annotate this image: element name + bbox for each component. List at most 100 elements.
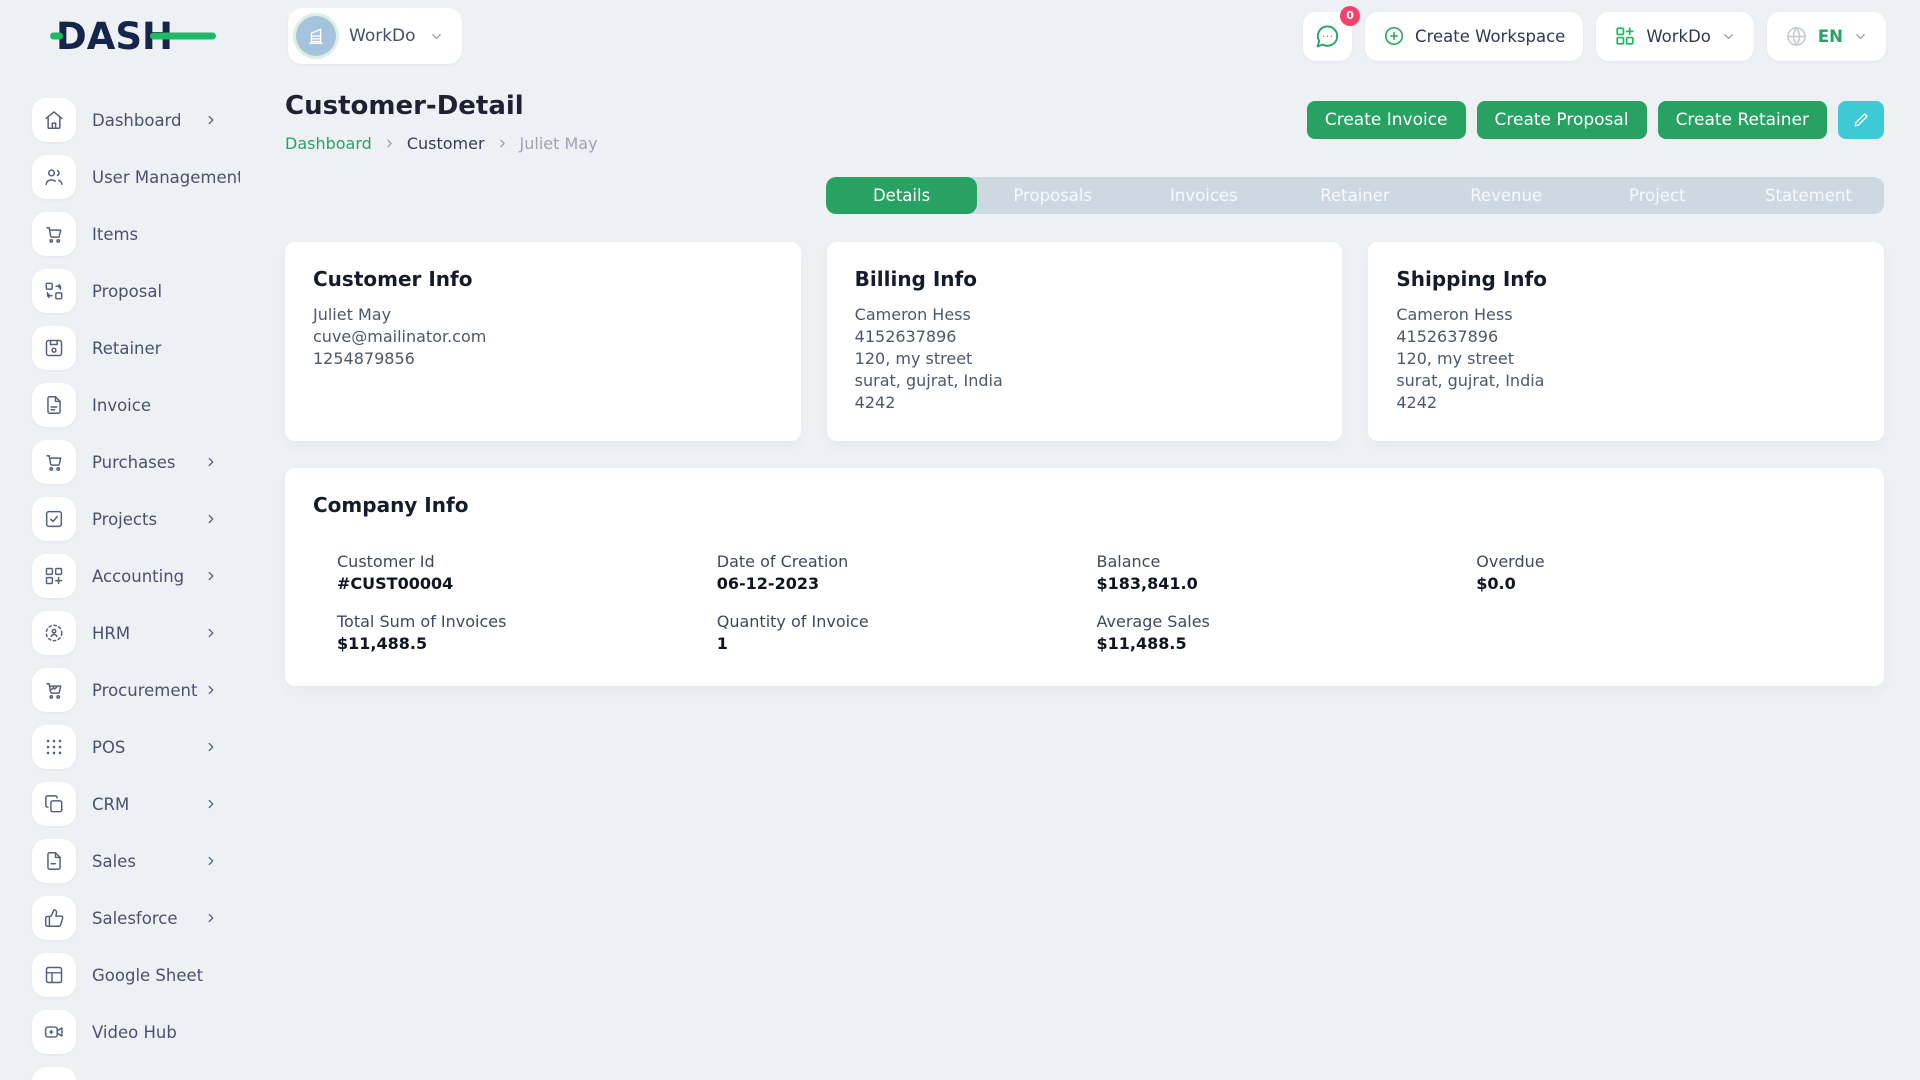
field-label: Customer Id (337, 552, 717, 571)
sidebar-item-accounting[interactable]: Accounting (32, 554, 232, 598)
copy-icon (32, 782, 76, 826)
save-icon (32, 326, 76, 370)
grid-plus-icon (32, 554, 76, 598)
dash-logo[interactable]: DASH (56, 14, 206, 58)
create-retainer-button[interactable]: Create Retainer (1658, 101, 1827, 139)
chevron-down-icon (1853, 29, 1868, 44)
sidebar-item-pos[interactable]: POS (32, 725, 232, 769)
sidebar-item-invoice[interactable]: Invoice (32, 383, 232, 427)
scan-user-icon (32, 611, 76, 655)
logo-dash-accent (50, 33, 63, 40)
shipping-region: surat, gujrat, India (1396, 370, 1856, 391)
sidebar-item-label: Invoice (92, 396, 232, 415)
field-value: $0.0 (1476, 574, 1856, 593)
table-icon (32, 953, 76, 997)
field-value: 1 (717, 634, 1097, 653)
sidebar-item-label: Procurement (92, 681, 204, 700)
sidebar-item-label: Dashboard (92, 111, 204, 130)
grid-plus-icon (1614, 25, 1636, 47)
sidebar-item-label: Sales (92, 852, 204, 871)
field-value: $11,488.5 (337, 634, 717, 653)
building-icon (305, 25, 327, 47)
pencil-icon (1852, 111, 1870, 129)
sidebar-item-hrm[interactable]: HRM (32, 611, 232, 655)
topbar-right: 0 Create Workspace WorkDo (1303, 12, 1886, 61)
sidebar-item-label: HRM (92, 624, 204, 643)
plus-circle-icon (1383, 25, 1405, 47)
tab-proposals[interactable]: Proposals (977, 177, 1128, 214)
chevron-right-icon (204, 911, 218, 925)
sidebar-item-label: Salesforce (92, 909, 204, 928)
breadcrumb-dashboard-link[interactable]: Dashboard (285, 134, 372, 153)
create-workspace-button[interactable]: Create Workspace (1365, 12, 1583, 61)
sidebar-item-crm[interactable]: CRM (32, 782, 232, 826)
sidebar-item-items[interactable]: Items (32, 212, 232, 256)
chevron-down-icon (1721, 29, 1736, 44)
field-label: Average Sales (1097, 612, 1477, 631)
chevron-right-icon (204, 512, 218, 526)
card-title: Company Info (313, 493, 1856, 517)
company-info-card: Company Info Customer Id #CUST00004 Date… (285, 468, 1884, 686)
topbar: DASH WorkDo 0 (0, 0, 1920, 72)
billing-info-card: Billing Info Cameron Hess 4152637896 120… (827, 242, 1343, 441)
sidebar-item-proposal[interactable]: Proposal (32, 269, 232, 313)
sidebar-item-label: User Management (92, 168, 240, 187)
file-text-icon (32, 839, 76, 883)
chevron-down-icon (429, 29, 444, 44)
sidebar-item-label: Accounting (92, 567, 204, 586)
sidebar-item-purchases[interactable]: Purchases (32, 440, 232, 484)
chevron-right-icon (204, 683, 218, 697)
sidebar-item-sales[interactable]: Sales (32, 839, 232, 883)
sidebar-item-user-management[interactable]: User Management (32, 155, 232, 199)
breadcrumb-current: Juliet May (520, 134, 598, 153)
main-content: Customer-Detail Dashboard Customer Julie… (240, 72, 1920, 1080)
sidebar-item-retainer[interactable]: Retainer (32, 326, 232, 370)
company-info-grid: Customer Id #CUST00004 Date of Creation … (313, 552, 1856, 653)
breadcrumb-customer-link[interactable]: Customer (407, 134, 485, 153)
grid-dots-icon (32, 725, 76, 769)
page-head: Customer-Detail Dashboard Customer Julie… (285, 92, 1884, 153)
edit-customer-button[interactable] (1838, 101, 1884, 139)
workspace-switcher[interactable]: WorkDo (288, 8, 462, 64)
shipping-address: 120, my street (1396, 348, 1856, 369)
billing-name: Cameron Hess (855, 304, 1315, 325)
create-proposal-button[interactable]: Create Proposal (1477, 101, 1647, 139)
tab-revenue[interactable]: Revenue (1431, 177, 1582, 214)
page-title: Customer-Detail (285, 92, 598, 122)
tab-statement[interactable]: Statement (1733, 177, 1884, 214)
workdo-menu-button[interactable]: WorkDo (1596, 12, 1754, 61)
sidebar-item-projects[interactable]: Projects (32, 497, 232, 541)
field-label: Quantity of Invoice (717, 612, 1097, 631)
card-title: Billing Info (855, 267, 1315, 291)
tab-retainer[interactable]: Retainer (1279, 177, 1430, 214)
globe-icon (1785, 25, 1808, 48)
tab-details[interactable]: Details (826, 177, 977, 214)
sidebar-item-google-sheet[interactable]: Google Sheet (32, 953, 232, 997)
workdo-menu-label: WorkDo (1646, 27, 1711, 46)
language-selector[interactable]: EN (1767, 12, 1886, 61)
create-invoice-button[interactable]: Create Invoice (1307, 101, 1466, 139)
swap-boxes-icon (32, 269, 76, 313)
tab-invoices[interactable]: Invoices (1128, 177, 1279, 214)
sidebar-item-video-hub[interactable]: Video Hub (32, 1010, 232, 1054)
sidebar-item-activity-log[interactable]: Activity Log (32, 1067, 232, 1080)
page-actions: Create Invoice Create Proposal Create Re… (1307, 101, 1884, 139)
cart-icon (32, 440, 76, 484)
sidebar-item-label: Video Hub (92, 1023, 232, 1042)
company-field-empty (1476, 612, 1856, 653)
logo-bar-accent (150, 33, 216, 40)
sidebar: Dashboard User Management Items (0, 72, 240, 1080)
app-root: DASH WorkDo 0 (0, 0, 1920, 1080)
customer-phone: 1254879856 (313, 348, 773, 369)
sidebar-item-label: Projects (92, 510, 204, 529)
sidebar-item-procurement[interactable]: Procurement (32, 668, 232, 712)
sidebar-item-label: Retainer (92, 339, 232, 358)
tab-project[interactable]: Project (1582, 177, 1733, 214)
chevron-right-icon (204, 797, 218, 811)
sidebar-item-label: Google Sheet (92, 966, 232, 985)
sidebar-item-salesforce[interactable]: Salesforce (32, 896, 232, 940)
messages-button[interactable]: 0 (1303, 12, 1352, 61)
sidebar-item-dashboard[interactable]: Dashboard (32, 98, 232, 142)
field-label: Total Sum of Invoices (337, 612, 717, 631)
billing-zip: 4242 (855, 392, 1315, 413)
